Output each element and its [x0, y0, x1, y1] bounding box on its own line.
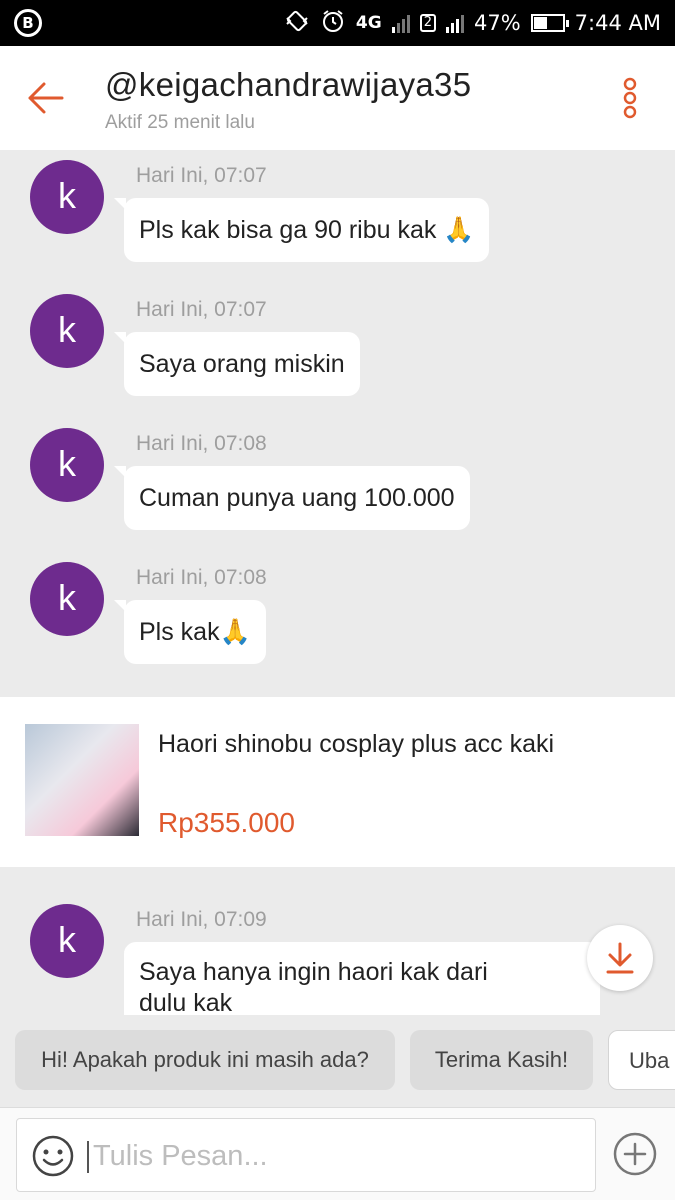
chat-username[interactable]: @keigachandrawijaya35 — [105, 66, 471, 104]
avatar[interactable]: k — [30, 904, 104, 978]
quick-reply-chip[interactable]: Uba — [608, 1030, 675, 1090]
chat-header: @keigachandrawijaya35 Aktif 25 menit lal… — [0, 46, 675, 150]
composer-bar — [0, 1107, 675, 1200]
plus-circle-icon[interactable] — [612, 1131, 658, 1177]
status-bar: B 4G 2 47% 7:44 AM — [0, 0, 675, 46]
avatar[interactable]: k — [30, 428, 104, 502]
quick-replies-bar: Hi! Apakah produk ini masih ada? Terima … — [0, 1015, 675, 1107]
avatar[interactable]: k — [30, 160, 104, 234]
product-price: Rp355.000 — [158, 807, 296, 838]
quick-reply-chip[interactable]: Terima Kasih! — [410, 1030, 593, 1090]
avatar[interactable]: k — [30, 562, 104, 636]
signal-1-icon — [391, 13, 410, 33]
sim-slot-badge: 2 — [419, 14, 436, 32]
message-input[interactable] — [93, 1133, 573, 1179]
clock: 7:44 AM — [574, 11, 661, 35]
battery-percent: 47% — [473, 11, 521, 35]
message-time: Hari Ini, 07:07 — [136, 164, 267, 187]
message-bubble[interactable]: Pls kak bisa ga 90 ribu kak 🙏 — [113, 198, 490, 262]
quick-reply-chip[interactable]: Hi! Apakah produk ini masih ada? — [15, 1030, 395, 1090]
avatar[interactable]: k — [30, 294, 104, 368]
download-icon — [606, 942, 634, 974]
signal-2-icon — [445, 13, 464, 33]
message-bubble[interactable]: Cuman punya uang 100.000 — [114, 466, 470, 530]
product-name: Haori shinobu cosplay plus acc kaki — [158, 730, 555, 758]
network-type: 4G — [355, 13, 382, 33]
message-bubble[interactable]: Saya hanya ingin haori kak dari dulu kak — [124, 942, 600, 1015]
message-bubble[interactable]: Pls kak🙏 — [114, 600, 266, 664]
product-image[interactable] — [25, 724, 139, 836]
message-time: Hari Ini, 07:09 — [136, 908, 267, 931]
battery-icon — [530, 14, 569, 32]
message-field[interactable] — [16, 1118, 596, 1192]
message-bubble[interactable]: Saya orang miskin — [114, 332, 360, 396]
smile-icon[interactable] — [31, 1134, 75, 1178]
product-card[interactable]: Haori shinobu cosplay plus acc kaki Rp35… — [0, 697, 675, 867]
message-time: Hari Ini, 07:08 — [136, 432, 267, 455]
more-vert-icon[interactable] — [618, 74, 642, 122]
scroll-down-button[interactable] — [587, 925, 653, 991]
text-caret — [87, 1141, 89, 1173]
back-arrow-icon[interactable] — [22, 74, 70, 122]
last-active-status: Aktif 25 menit lalu — [105, 112, 255, 133]
vibrate-icon — [284, 8, 310, 39]
message-time: Hari Ini, 07:07 — [136, 298, 267, 321]
message-text-line: dulu kak — [139, 989, 233, 1015]
message-time: Hari Ini, 07:08 — [136, 566, 267, 589]
message-text-line: Saya hanya ingin haori kak dari — [139, 958, 488, 986]
app-badge-icon: B — [14, 9, 42, 37]
alarm-icon — [320, 8, 346, 39]
